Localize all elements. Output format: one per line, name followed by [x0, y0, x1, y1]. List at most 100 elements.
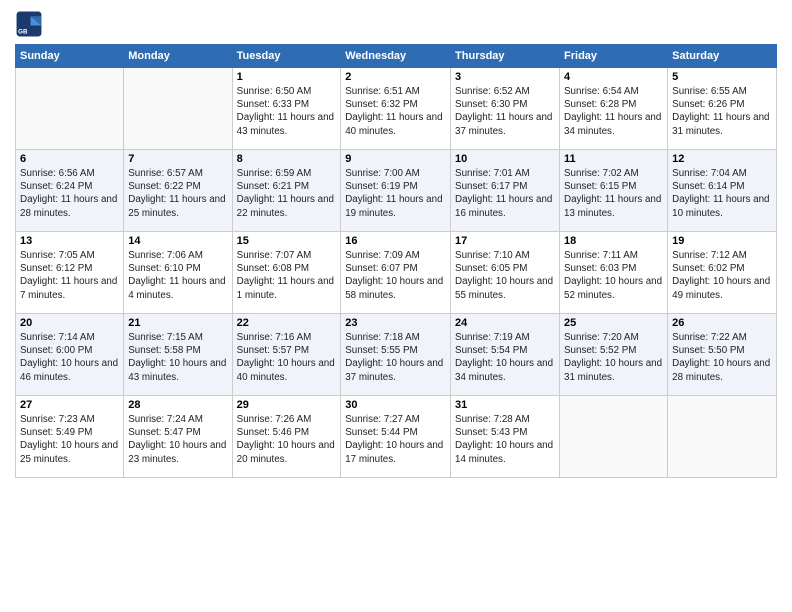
calendar-cell: 10 Sunrise: 7:01 AM Sunset: 6:17 PM Dayli… — [451, 150, 560, 232]
week-row-4: 20 Sunrise: 7:14 AM Sunset: 6:00 PM Dayli… — [16, 314, 777, 396]
calendar-cell: 31 Sunrise: 7:28 AM Sunset: 5:43 PM Dayli… — [451, 396, 560, 478]
calendar-cell: 28 Sunrise: 7:24 AM Sunset: 5:47 PM Dayli… — [124, 396, 232, 478]
calendar-cell: 6 Sunrise: 6:56 AM Sunset: 6:24 PM Daylig… — [16, 150, 124, 232]
svg-text:GB: GB — [18, 28, 28, 35]
day-number: 8 — [237, 153, 337, 165]
day-info: Sunrise: 6:51 AM Sunset: 6:32 PM Dayligh… — [345, 85, 446, 138]
day-info: Sunrise: 7:10 AM Sunset: 6:05 PM Dayligh… — [455, 249, 555, 302]
day-number: 16 — [345, 235, 446, 247]
day-number: 9 — [345, 153, 446, 165]
calendar-cell: 3 Sunrise: 6:52 AM Sunset: 6:30 PM Daylig… — [451, 68, 560, 150]
week-row-3: 13 Sunrise: 7:05 AM Sunset: 6:12 PM Dayli… — [16, 232, 777, 314]
day-info: Sunrise: 7:00 AM Sunset: 6:19 PM Dayligh… — [345, 167, 446, 220]
day-number: 19 — [672, 235, 772, 247]
day-number: 7 — [128, 153, 227, 165]
day-number: 31 — [455, 399, 555, 411]
calendar-cell: 29Sunrise: 7:26 AM Sunset: 5:46 PM Dayli… — [232, 396, 341, 478]
day-number: 20 — [20, 317, 119, 329]
calendar-cell — [560, 396, 668, 478]
day-number: 1 — [237, 71, 337, 83]
day-info: Sunrise: 7:11 AM Sunset: 6:03 PM Dayligh… — [564, 249, 663, 302]
day-info: Sunrise: 7:28 AM Sunset: 5:43 PM Dayligh… — [455, 413, 555, 466]
day-number: 6 — [20, 153, 119, 165]
calendar-cell: 13 Sunrise: 7:05 AM Sunset: 6:12 PM Dayli… — [16, 232, 124, 314]
day-info: Sunrise: 7:14 AM Sunset: 6:00 PM Dayligh… — [20, 331, 119, 384]
day-number: 24 — [455, 317, 555, 329]
calendar-cell: 12Sunrise: 7:04 AM Sunset: 6:14 PM Dayli… — [668, 150, 777, 232]
week-row-2: 6 Sunrise: 6:56 AM Sunset: 6:24 PM Daylig… — [16, 150, 777, 232]
day-info: Sunrise: 7:06 AM Sunset: 6:10 PM Dayligh… — [128, 249, 227, 302]
day-info: Sunrise: 7:05 AM Sunset: 6:12 PM Dayligh… — [20, 249, 119, 302]
weekday-header-sunday: Sunday — [16, 45, 124, 68]
weekday-header-row: SundayMondayTuesdayWednesdayThursdayFrid… — [16, 45, 777, 68]
week-row-5: 27Sunrise: 7:23 AM Sunset: 5:49 PM Dayli… — [16, 396, 777, 478]
day-info: Sunrise: 7:09 AM Sunset: 6:07 PM Dayligh… — [345, 249, 446, 302]
calendar-cell: 26Sunrise: 7:22 AM Sunset: 5:50 PM Dayli… — [668, 314, 777, 396]
day-number: 29 — [237, 399, 337, 411]
day-number: 4 — [564, 71, 663, 83]
week-row-1: 1Sunrise: 6:50 AM Sunset: 6:33 PM Daylig… — [16, 68, 777, 150]
day-info: Sunrise: 7:01 AM Sunset: 6:17 PM Dayligh… — [455, 167, 555, 220]
day-info: Sunrise: 7:15 AM Sunset: 5:58 PM Dayligh… — [128, 331, 227, 384]
calendar-cell: 17 Sunrise: 7:10 AM Sunset: 6:05 PM Dayli… — [451, 232, 560, 314]
logo: GB — [15, 10, 47, 38]
day-info: Sunrise: 7:04 AM Sunset: 6:14 PM Dayligh… — [672, 167, 772, 220]
day-number: 11 — [564, 153, 663, 165]
page-container: GB SundayMondayTuesdayWednesdayThursdayF… — [0, 0, 792, 483]
weekday-header-tuesday: Tuesday — [232, 45, 341, 68]
calendar-cell: 21Sunrise: 7:15 AM Sunset: 5:58 PM Dayli… — [124, 314, 232, 396]
day-number: 13 — [20, 235, 119, 247]
day-info: Sunrise: 7:16 AM Sunset: 5:57 PM Dayligh… — [237, 331, 337, 384]
calendar-cell: 19Sunrise: 7:12 AM Sunset: 6:02 PM Dayli… — [668, 232, 777, 314]
calendar-cell: 11Sunrise: 7:02 AM Sunset: 6:15 PM Dayli… — [560, 150, 668, 232]
day-info: Sunrise: 7:20 AM Sunset: 5:52 PM Dayligh… — [564, 331, 663, 384]
calendar-cell: 1Sunrise: 6:50 AM Sunset: 6:33 PM Daylig… — [232, 68, 341, 150]
day-info: Sunrise: 6:59 AM Sunset: 6:21 PM Dayligh… — [237, 167, 337, 220]
day-number: 28 — [128, 399, 227, 411]
day-info: Sunrise: 7:24 AM Sunset: 5:47 PM Dayligh… — [128, 413, 227, 466]
day-number: 5 — [672, 71, 772, 83]
day-number: 17 — [455, 235, 555, 247]
day-info: Sunrise: 6:56 AM Sunset: 6:24 PM Dayligh… — [20, 167, 119, 220]
day-number: 23 — [345, 317, 446, 329]
day-info: Sunrise: 6:57 AM Sunset: 6:22 PM Dayligh… — [128, 167, 227, 220]
day-info: Sunrise: 7:07 AM Sunset: 6:08 PM Dayligh… — [237, 249, 337, 302]
calendar-cell: 23 Sunrise: 7:18 AM Sunset: 5:55 PM Dayli… — [341, 314, 451, 396]
day-info: Sunrise: 7:19 AM Sunset: 5:54 PM Dayligh… — [455, 331, 555, 384]
calendar-cell: 14 Sunrise: 7:06 AM Sunset: 6:10 PM Dayli… — [124, 232, 232, 314]
logo-icon: GB — [15, 10, 43, 38]
calendar-cell — [668, 396, 777, 478]
calendar-cell: 20 Sunrise: 7:14 AM Sunset: 6:00 PM Dayli… — [16, 314, 124, 396]
day-info: Sunrise: 6:55 AM Sunset: 6:26 PM Dayligh… — [672, 85, 772, 138]
day-number: 18 — [564, 235, 663, 247]
day-info: Sunrise: 7:18 AM Sunset: 5:55 PM Dayligh… — [345, 331, 446, 384]
calendar-cell: 16 Sunrise: 7:09 AM Sunset: 6:07 PM Dayli… — [341, 232, 451, 314]
day-number: 3 — [455, 71, 555, 83]
weekday-header-friday: Friday — [560, 45, 668, 68]
calendar-cell: 2 Sunrise: 6:51 AM Sunset: 6:32 PM Daylig… — [341, 68, 451, 150]
calendar-cell: 30Sunrise: 7:27 AM Sunset: 5:44 PM Dayli… — [341, 396, 451, 478]
day-number: 15 — [237, 235, 337, 247]
calendar-cell: 8 Sunrise: 6:59 AM Sunset: 6:21 PM Daylig… — [232, 150, 341, 232]
day-info: Sunrise: 7:23 AM Sunset: 5:49 PM Dayligh… — [20, 413, 119, 466]
calendar-cell: 27Sunrise: 7:23 AM Sunset: 5:49 PM Dayli… — [16, 396, 124, 478]
calendar-cell: 22 Sunrise: 7:16 AM Sunset: 5:57 PM Dayli… — [232, 314, 341, 396]
calendar-cell: 9 Sunrise: 7:00 AM Sunset: 6:19 PM Daylig… — [341, 150, 451, 232]
day-number: 10 — [455, 153, 555, 165]
weekday-header-saturday: Saturday — [668, 45, 777, 68]
weekday-header-wednesday: Wednesday — [341, 45, 451, 68]
calendar-cell: 15 Sunrise: 7:07 AM Sunset: 6:08 PM Dayli… — [232, 232, 341, 314]
weekday-header-thursday: Thursday — [451, 45, 560, 68]
header: GB — [15, 10, 777, 38]
day-number: 14 — [128, 235, 227, 247]
day-info: Sunrise: 6:54 AM Sunset: 6:28 PM Dayligh… — [564, 85, 663, 138]
day-number: 30 — [345, 399, 446, 411]
day-number: 2 — [345, 71, 446, 83]
day-number: 22 — [237, 317, 337, 329]
day-info: Sunrise: 6:52 AM Sunset: 6:30 PM Dayligh… — [455, 85, 555, 138]
calendar-cell: 24 Sunrise: 7:19 AM Sunset: 5:54 PM Dayli… — [451, 314, 560, 396]
calendar-cell: 25Sunrise: 7:20 AM Sunset: 5:52 PM Dayli… — [560, 314, 668, 396]
calendar-cell: 7 Sunrise: 6:57 AM Sunset: 6:22 PM Daylig… — [124, 150, 232, 232]
day-number: 26 — [672, 317, 772, 329]
calendar-cell: 5 Sunrise: 6:55 AM Sunset: 6:26 PM Daylig… — [668, 68, 777, 150]
